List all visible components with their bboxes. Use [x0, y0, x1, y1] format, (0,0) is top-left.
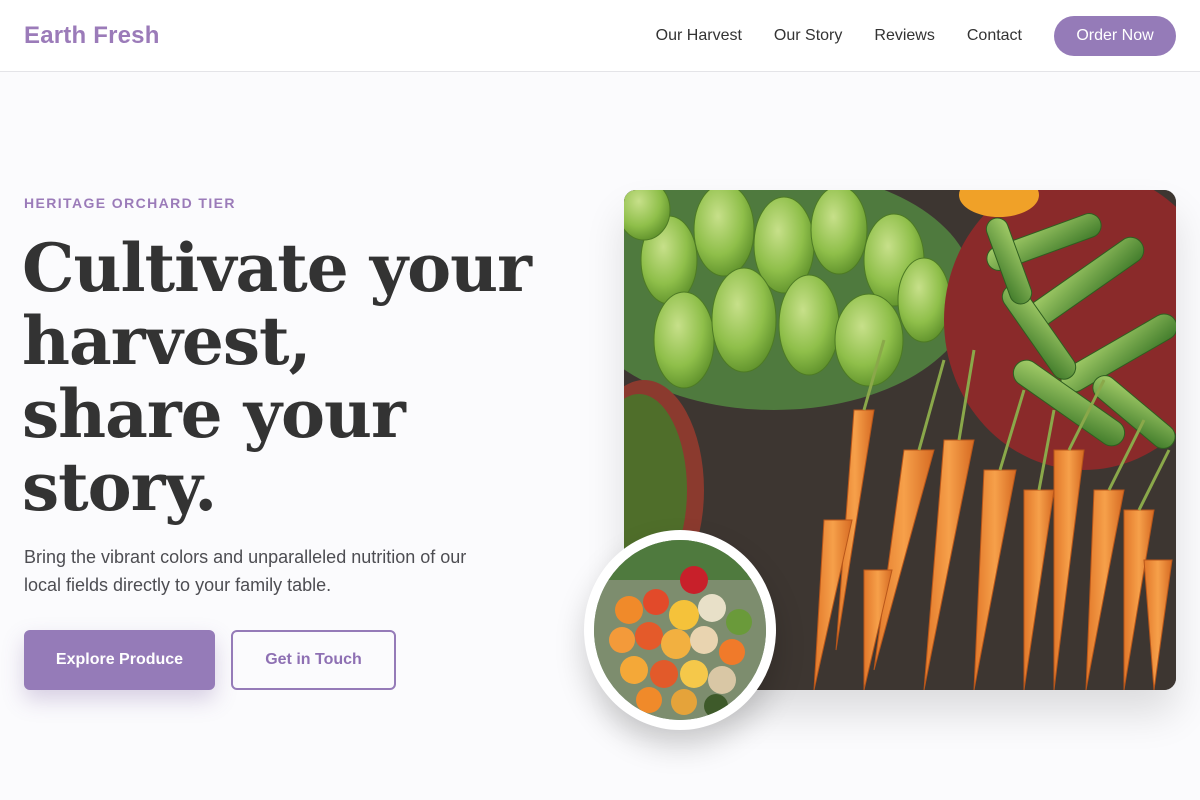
headline-line: harvest,: [22, 302, 311, 380]
explore-produce-button[interactable]: Explore Produce: [24, 630, 215, 690]
inset-produce-photo: [594, 540, 766, 720]
brand-logo[interactable]: Earth Fresh: [24, 22, 160, 50]
nav-link-our-harvest[interactable]: Our Harvest: [656, 27, 742, 45]
headline-line: story.: [22, 448, 217, 526]
main-nav: Our Harvest Our Story Reviews Contact Or…: [656, 15, 1176, 56]
headline-line: share your: [22, 375, 406, 453]
nav-link-our-story[interactable]: Our Story: [774, 27, 842, 45]
headline-line: Cultivate your: [22, 229, 532, 307]
hero-description: Bring the vibrant colors and unparallele…: [24, 547, 467, 595]
site-header: Earth Fresh Our Harvest Our Story Review…: [0, 0, 1200, 72]
hero-eyebrow: HERITAGE ORCHARD TIER: [24, 195, 236, 211]
inset-produce-image: [584, 530, 776, 730]
hero-headline: Cultivate your harvest, share your story…: [22, 232, 542, 524]
order-now-button[interactable]: Order Now: [1054, 15, 1176, 56]
nav-link-reviews[interactable]: Reviews: [874, 27, 934, 45]
get-in-touch-button[interactable]: Get in Touch: [231, 630, 396, 690]
nav-link-contact[interactable]: Contact: [967, 27, 1022, 45]
